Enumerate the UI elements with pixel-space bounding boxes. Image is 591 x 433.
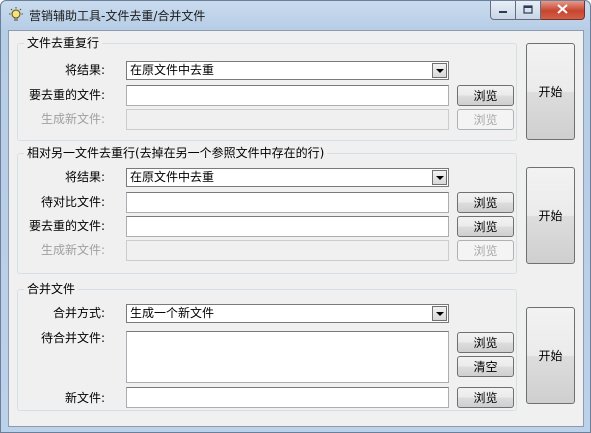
- merge-files-list[interactable]: [126, 331, 449, 383]
- window-title: 营销辅助工具-文件去重/合并文件: [29, 9, 206, 23]
- result-select-2-value: 在原文件中去重: [130, 170, 215, 184]
- merge-group-title: 合并文件: [24, 282, 79, 296]
- merge-mode-select-value: 生成一个新文件: [130, 306, 215, 320]
- new-file-input: [126, 109, 449, 130]
- dedup-file-label: 要去重的文件:: [28, 88, 105, 102]
- result-select-2[interactable]: 在原文件中去重: [126, 168, 449, 187]
- browse-dedup-file-button-2[interactable]: 浏览: [457, 216, 514, 237]
- start-dedup-button[interactable]: 开始: [526, 43, 575, 140]
- result-select[interactable]: 在原文件中去重: [126, 61, 449, 80]
- lightbulb-icon: [7, 6, 25, 24]
- browse-new-file-button: 浏览: [457, 109, 514, 130]
- relative-dedup-group-title: 相对另一文件去重行(去掉在另一个参照文件中存在的行): [24, 146, 328, 160]
- client-area: 文件去重复行 将结果: 在原文件中去重 要去重的文件: 浏览 生成新文件: 浏览…: [8, 30, 584, 427]
- start-relative-dedup-button[interactable]: 开始: [526, 167, 575, 264]
- dedup-group-title: 文件去重复行: [24, 36, 103, 50]
- relative-dedup-group: 相对另一文件去重行(去掉在另一个参照文件中存在的行) 将结果: 在原文件中去重 …: [17, 146, 517, 274]
- merge-files-label: 待合并文件:: [40, 331, 105, 345]
- browse-merge-files-button[interactable]: 浏览: [457, 332, 514, 353]
- browse-dedup-file-button[interactable]: 浏览: [457, 85, 514, 106]
- minimize-icon: [498, 3, 508, 17]
- merge-new-file-input[interactable]: [126, 387, 449, 408]
- merge-mode-select[interactable]: 生成一个新文件: [126, 304, 449, 323]
- result-label-2: 将结果:: [64, 170, 105, 184]
- dedup-file-input-2[interactable]: [126, 216, 449, 237]
- dedup-group: 文件去重复行 将结果: 在原文件中去重 要去重的文件: 浏览 生成新文件: 浏览: [17, 36, 517, 141]
- result-label: 将结果:: [64, 63, 105, 77]
- merge-mode-label: 合并方式:: [52, 306, 105, 320]
- main-window: 营销辅助工具-文件去重/合并文件 文件去重复行 将结果: 在原文件中去重 要去重…: [0, 0, 591, 433]
- merge-new-file-label: 新文件:: [64, 391, 105, 405]
- close-button[interactable]: [541, 1, 585, 20]
- dedup-file-input[interactable]: [126, 85, 449, 106]
- new-file-input-2: [126, 240, 449, 261]
- new-file-label-2: 生成新文件:: [40, 243, 105, 257]
- browse-compare-file-button[interactable]: 浏览: [457, 192, 514, 213]
- new-file-label: 生成新文件:: [40, 112, 105, 126]
- title-bar[interactable]: 营销辅助工具-文件去重/合并文件: [1, 1, 590, 29]
- chevron-down-icon[interactable]: [432, 63, 447, 78]
- minimize-button[interactable]: [490, 1, 516, 20]
- maximize-button[interactable]: [516, 1, 541, 20]
- compare-file-input[interactable]: [126, 192, 449, 213]
- browse-merge-new-file-button[interactable]: 浏览: [457, 387, 514, 408]
- merge-group: 合并文件 合并方式: 生成一个新文件 待合并文件: 浏览 清空 新文件: 浏览: [17, 282, 517, 411]
- result-select-value: 在原文件中去重: [130, 63, 215, 77]
- close-icon: [557, 3, 568, 17]
- clear-merge-files-button[interactable]: 清空: [457, 356, 514, 377]
- browse-new-file-button-2: 浏览: [457, 240, 514, 261]
- maximize-icon: [523, 3, 533, 17]
- chevron-down-icon[interactable]: [432, 306, 447, 321]
- compare-file-label: 待对比文件:: [40, 195, 105, 209]
- start-merge-button[interactable]: 开始: [526, 307, 575, 404]
- chevron-down-icon[interactable]: [432, 170, 447, 185]
- dedup-file-label-2: 要去重的文件:: [28, 219, 105, 233]
